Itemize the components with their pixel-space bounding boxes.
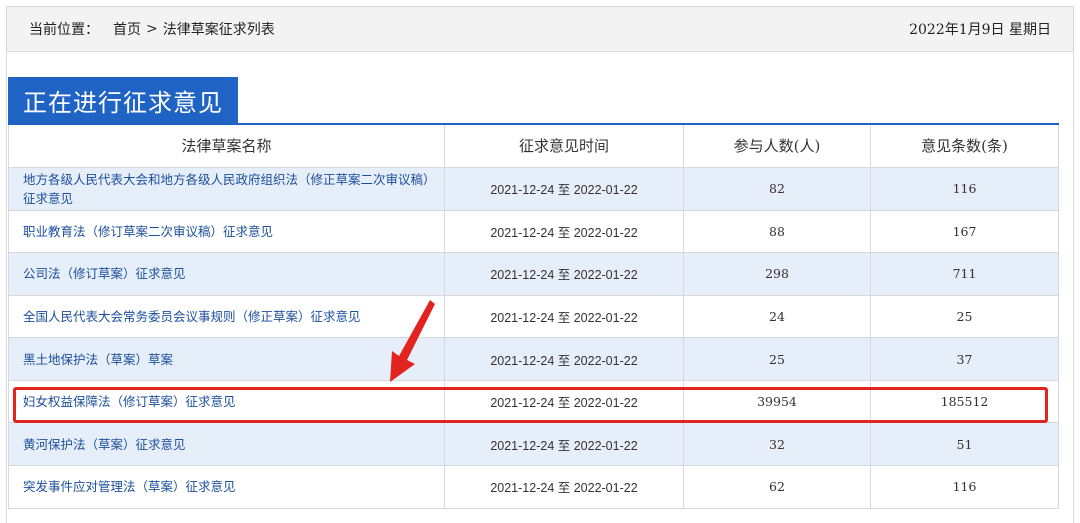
- row-participants-cell: 32: [683, 422, 871, 467]
- row-participants-cell: 24: [683, 294, 871, 339]
- column-header-participants: 参与人数(人): [683, 123, 871, 168]
- row-participants-cell: 82: [683, 166, 871, 211]
- row-name-cell: 职业教育法（修订草案二次审议稿）征求意见: [8, 209, 445, 254]
- row-opinions-cell: 167: [870, 209, 1059, 254]
- draft-law-link[interactable]: 黄河保护法（草案）征求意见: [23, 437, 186, 452]
- row-name-cell: 地方各级人民代表大会和地方各级人民政府组织法（修正草案二次审议稿）征求意见: [8, 166, 445, 211]
- row-opinions-cell: 711: [870, 252, 1059, 296]
- row-opinions-cell: 25: [870, 294, 1059, 339]
- row-opinions-cell: 37: [870, 337, 1059, 381]
- row-participants-cell: 88: [683, 209, 871, 254]
- row-opinions-cell: 51: [870, 422, 1059, 467]
- row-participants-cell: 39954: [683, 379, 871, 424]
- current-date: 2022年1月9日 星期日: [909, 22, 1051, 38]
- row-name-cell: 突发事件应对管理法（草案）征求意见: [8, 465, 445, 509]
- row-time-cell: 2021-12-24 至 2022-01-22: [444, 252, 684, 296]
- row-name-cell: 黄河保护法（草案）征求意见: [8, 422, 445, 467]
- breadcrumb-home-link[interactable]: 首页: [113, 19, 141, 39]
- draft-law-link[interactable]: 职业教育法（修订草案二次审议稿）征求意见: [23, 224, 273, 239]
- breadcrumb: 当前位置： 首页 > 法律草案征求列表: [29, 19, 275, 39]
- location-label: 当前位置：: [29, 22, 99, 38]
- row-time-cell: 2021-12-24 至 2022-01-22: [444, 337, 684, 381]
- column-header-opinions: 意见条数(条): [870, 123, 1059, 168]
- draft-law-link[interactable]: 妇女权益保障法（修订草案）征求意见: [23, 394, 236, 409]
- draft-law-table: 法律草案名称 征求意见时间 参与人数(人) 意见条数(条) 地方各级人民代表大会…: [8, 123, 1059, 509]
- row-time-cell: 2021-12-24 至 2022-01-22: [444, 379, 684, 424]
- location-bar: 当前位置： 首页 > 法律草案征求列表 2022年1月9日 星期日: [7, 7, 1073, 52]
- row-opinions-cell: 116: [870, 465, 1059, 509]
- column-header-time: 征求意见时间: [444, 123, 684, 168]
- row-time-cell: 2021-12-24 至 2022-01-22: [444, 209, 684, 254]
- row-name-cell: 黑土地保护法（草案）草案: [8, 337, 445, 381]
- draft-law-link[interactable]: 公司法（修订草案）征求意见: [23, 266, 186, 281]
- row-time-cell: 2021-12-24 至 2022-01-22: [444, 294, 684, 339]
- row-name-cell: 妇女权益保障法（修订草案）征求意见: [8, 379, 445, 424]
- column-header-name: 法律草案名称: [8, 123, 445, 168]
- table-row: 职业教育法（修订草案二次审议稿）征求意见 2021-12-24 至 2022-0…: [8, 209, 1059, 254]
- table-row: 黄河保护法（草案）征求意见 2021-12-24 至 2022-01-22 32…: [8, 422, 1059, 467]
- breadcrumb-separator: >: [146, 21, 158, 37]
- row-participants-cell: 298: [683, 252, 871, 296]
- table-row: 全国人民代表大会常务委员会议事规则（修正草案）征求意见 2021-12-24 至…: [8, 294, 1059, 339]
- draft-law-link[interactable]: 黑土地保护法（草案）草案: [23, 352, 173, 367]
- row-participants-cell: 62: [683, 465, 871, 509]
- breadcrumb-current: 法律草案征求列表: [162, 22, 275, 38]
- row-opinions-cell: 185512: [870, 379, 1059, 424]
- draft-law-link[interactable]: 地方各级人民代表大会和地方各级人民政府组织法（修正草案二次审议稿）征求意见: [23, 172, 436, 206]
- row-name-cell: 全国人民代表大会常务委员会议事规则（修正草案）征求意见: [8, 294, 445, 339]
- table-row: 黑土地保护法（草案）草案 2021-12-24 至 2022-01-22 25 …: [8, 337, 1059, 381]
- table-row-highlighted: 妇女权益保障法（修订草案）征求意见 2021-12-24 至 2022-01-2…: [8, 379, 1059, 424]
- row-name-cell: 公司法（修订草案）征求意见: [8, 252, 445, 296]
- section-title: 正在进行征求意见: [8, 77, 238, 123]
- table-row: 公司法（修订草案）征求意见 2021-12-24 至 2022-01-22 29…: [8, 252, 1059, 296]
- table-row: 地方各级人民代表大会和地方各级人民政府组织法（修正草案二次审议稿）征求意见 20…: [8, 166, 1059, 211]
- row-opinions-cell: 116: [870, 166, 1059, 211]
- row-participants-cell: 25: [683, 337, 871, 381]
- table-header-row: 法律草案名称 征求意见时间 参与人数(人) 意见条数(条): [8, 123, 1059, 168]
- row-time-cell: 2021-12-24 至 2022-01-22: [444, 166, 684, 211]
- row-time-cell: 2021-12-24 至 2022-01-22: [444, 465, 684, 509]
- draft-law-link[interactable]: 突发事件应对管理法（草案）征求意见: [23, 479, 236, 494]
- row-time-cell: 2021-12-24 至 2022-01-22: [444, 422, 684, 467]
- table-row: 突发事件应对管理法（草案）征求意见 2021-12-24 至 2022-01-2…: [8, 465, 1059, 509]
- draft-law-link[interactable]: 全国人民代表大会常务委员会议事规则（修正草案）征求意见: [23, 309, 361, 324]
